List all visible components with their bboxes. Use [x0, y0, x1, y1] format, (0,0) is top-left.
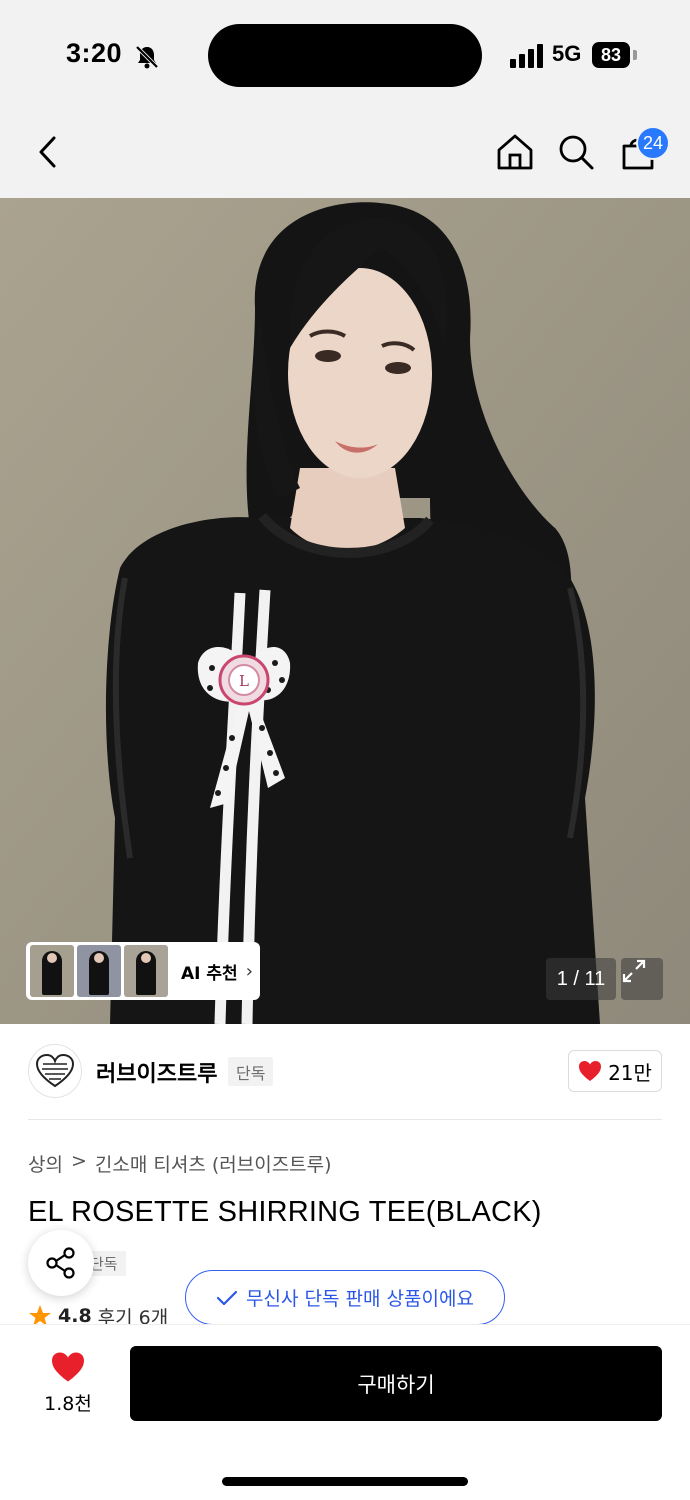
status-bar: 3:20 5G 83 — [0, 0, 690, 110]
buy-button[interactable]: 구매하기 — [130, 1346, 662, 1421]
back-icon[interactable] — [26, 130, 70, 174]
product-image[interactable]: L AI 추천 › 1 / 11 — [0, 198, 690, 1024]
ai-thumbnail — [124, 945, 168, 997]
exclusive-notice-text: 무신사 단독 판매 상품이에요 — [246, 1288, 474, 1310]
brand-name[interactable]: 러브이즈트루 — [96, 1056, 217, 1088]
expand-icon[interactable] — [621, 958, 663, 1000]
home-indicator — [222, 1477, 468, 1486]
home-icon[interactable] — [493, 130, 537, 174]
chevron-right-icon: › — [245, 960, 253, 982]
wishlist-count: 1.8천 — [44, 1393, 92, 1415]
check-icon — [216, 1290, 238, 1305]
top-nav: 24 — [0, 110, 690, 198]
product-title: EL ROSETTE SHIRRING TEE(BLACK) — [28, 1196, 542, 1228]
wishlist-button[interactable]: 1.8천 — [28, 1351, 108, 1416]
share-button[interactable] — [28, 1230, 94, 1296]
signal-icon — [510, 44, 543, 68]
heart-filled-icon — [52, 1352, 84, 1382]
dynamic-island — [208, 24, 482, 87]
ai-recommend-button[interactable]: AI 추천 › — [26, 942, 260, 1000]
bottom-action-bar: 1.8천 구매하기 — [0, 1324, 690, 1500]
svg-text:L: L — [239, 672, 249, 690]
bell-muted-icon — [135, 45, 159, 69]
breadcrumb: 상의 > 긴소매 티셔츠 (러브이즈트루) — [28, 1150, 332, 1177]
brand-heart-logo-icon — [35, 1054, 75, 1088]
ai-recommend-label: AI 추천 — [181, 963, 238, 984]
breadcrumb-category[interactable]: 상의 — [28, 1150, 63, 1177]
heart-icon — [579, 1061, 602, 1081]
battery-icon: 83 — [592, 42, 630, 68]
network-label: 5G — [552, 41, 582, 66]
product-photo-illustration: L — [0, 198, 690, 1024]
brand-like-count: 21만 — [608, 1060, 652, 1085]
exclusive-notice-toast: 무신사 단독 판매 상품이에요 — [185, 1270, 505, 1325]
search-icon[interactable] — [554, 130, 598, 174]
breadcrumb-separator: > — [70, 1150, 87, 1172]
brand-like-button[interactable]: 21만 — [568, 1050, 662, 1092]
image-page-indicator: 1 / 11 — [546, 958, 616, 1000]
battery-tip — [633, 50, 637, 60]
cart-badge: 24 — [636, 126, 670, 160]
share-icon — [46, 1247, 75, 1279]
ai-thumbnail — [77, 945, 121, 997]
brand-logo[interactable] — [28, 1044, 82, 1098]
ai-thumbnail — [30, 945, 74, 997]
exclusive-badge: 단독 — [228, 1057, 274, 1086]
divider — [28, 1119, 662, 1120]
status-time: 3:20 — [66, 38, 123, 68]
breadcrumb-subcategory[interactable]: 긴소매 티셔츠 (러브이즈트루) — [95, 1150, 332, 1177]
